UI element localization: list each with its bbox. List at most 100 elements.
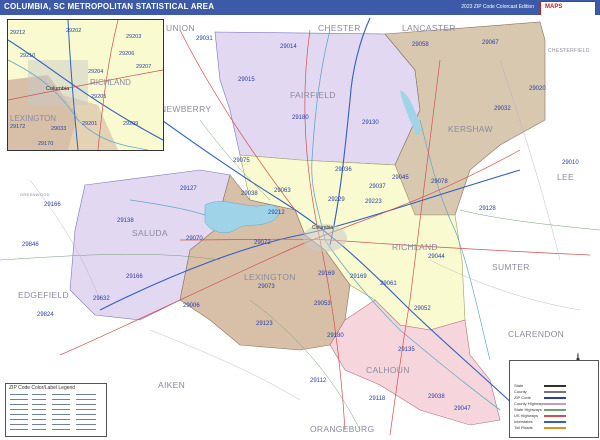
key-toll-label: Toll Roads [514,425,533,430]
zip-label: 29037 [369,184,386,190]
legend-entry-line [76,424,96,425]
inset-zip-label: 29212 [10,30,25,36]
zip-label: 29015 [238,77,255,83]
inset-zip-label: 29033 [51,126,66,132]
county-label-chester: CHESTER [318,23,361,33]
zip-label: 29229 [328,197,345,203]
legend-entry-line [32,409,46,410]
legend-entry-line [52,424,70,425]
inset-zip-label: 29202 [66,28,81,34]
zip-label: 29135 [398,347,415,353]
county-label-saluda: SALUDA [132,228,168,238]
legend-title: ZIP Code Color/Label Legend [9,385,76,391]
county-label-clarendon: CLARENDON [508,329,564,339]
zip-label: 29053 [314,301,331,307]
legend-entry-line [76,409,96,410]
legend-entry-line [32,424,46,425]
zip-label: 29824 [37,312,54,318]
key-interstate-label: Interstates [514,419,533,424]
key-county-label: County [514,389,527,394]
zip-label: 29123 [256,321,273,327]
zip-label: 29180 [292,115,309,121]
zip-label: 29032 [494,106,511,112]
inset-county-lexington: LEXINGTON [10,114,56,123]
key-interstate-swatch [544,421,566,423]
inset-zip-label: 29204 [88,69,103,75]
brand-text: MAPS [545,4,563,10]
zip-label: 29063 [274,188,291,194]
legend-entry-line [52,419,70,420]
inset-county-richland: RICHLAND [90,78,131,87]
legend-entry-line [76,414,96,415]
legend-entry-line [10,409,28,410]
zip-label: 29031 [196,36,213,42]
zip-label: 29078 [431,179,448,185]
zip-label: 29006 [183,303,200,309]
zip-label: 29212 [268,210,285,216]
legend-entry-line [52,429,70,430]
inset-canvas: 29212 29202 29203 29210 29206 29207 2920… [8,20,163,150]
county-label-lee: LEE [557,172,574,182]
compass-north-label: N [576,354,579,359]
legend-entry-line [52,404,70,405]
zip-label: 29010 [562,160,579,166]
legend-entry-line [52,394,70,395]
inset-zip-label: 29203 [126,34,141,40]
county-label-greenwood: GREENWOOD [20,192,50,197]
zip-label: 29118 [369,396,386,402]
legend-entry-line [32,419,46,420]
map-edition: 2023 ZIP Code Colorcast Edition [461,4,534,10]
columbia-inset-map: 29212 29202 29203 29210 29206 29207 2920… [7,19,164,151]
inset-zip-label: 29205 [91,94,106,100]
zip-label: 29130 [362,120,379,126]
zip-label: 29128 [479,206,496,212]
county-label-orangeburg: ORANGEBURG [310,424,374,434]
legend-entries [10,394,96,430]
brand-logo: MAPS [540,1,596,16]
zip-label: 29036 [335,167,352,173]
zip-label: 29038 [428,394,445,400]
key-zip-label: ZIP Code [514,395,531,400]
zip-label: 29169 [318,271,335,277]
map-key-panel: State County ZIP Code County Highways St… [509,360,599,438]
legend-entry-line [10,429,28,430]
zip-legend-panel: ZIP Code Color/Label Legend [5,383,107,437]
county-label-chesterfield: CHESTERFIELD [548,48,590,54]
key-state-label: State [514,383,524,388]
county-label-edgefield: EDGEFIELD [18,290,69,300]
inset-zip-label: 29210 [20,53,35,59]
key-state-hwy-swatch [544,409,566,411]
county-label-lexington: LEXINGTON [244,272,296,282]
legend-entry-line [76,394,96,395]
key-county-hwy-swatch [544,403,566,405]
county-label-kershaw: KERSHAW [448,124,493,134]
zip-label: 29020 [529,86,546,92]
inset-city-columbia: Columbia [46,86,70,92]
zip-label: 29169 [350,274,367,280]
county-label-newberry: NEWBERRY [160,104,211,114]
map-title: COLUMBIA, SC METROPOLITAN STATISTICAL AR… [4,2,215,11]
legend-entry-line [10,419,28,420]
inset-zip-label: 29206 [119,51,134,57]
legend-entry-line [52,409,70,410]
zip-label: 29632 [93,296,110,302]
county-label-sumter: SUMTER [492,262,530,272]
legend-entry-line [32,414,46,415]
zip-label: 29070 [186,236,203,242]
legend-entry-line [10,404,28,405]
title-bar: COLUMBIA, SC METROPOLITAN STATISTICAL AR… [0,0,600,16]
key-county-hwy-label: County Highways [514,401,546,406]
key-county-swatch [544,391,566,393]
zip-label: 29058 [412,42,429,48]
zip-label: 29846 [22,242,39,248]
legend-entry-line [76,419,96,420]
legend-entry-line [76,404,96,405]
zip-label: 29038 [241,191,258,197]
key-us-hwy-swatch [544,415,566,417]
zip-label: 29052 [414,306,431,312]
zip-label: 29138 [117,218,134,224]
legend-entry-line [10,394,28,395]
legend-entry-line [10,414,28,415]
zip-label: 29047 [454,406,471,412]
inset-urban-core [28,60,88,105]
